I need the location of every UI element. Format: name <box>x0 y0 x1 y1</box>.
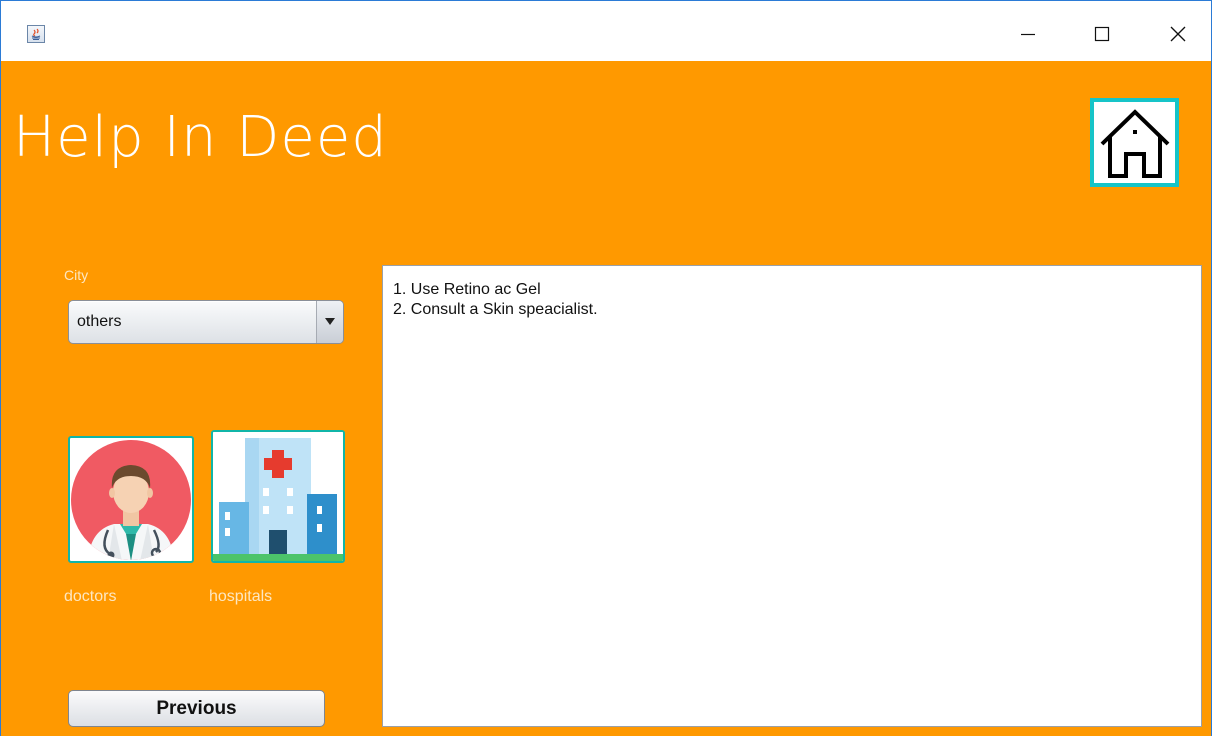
minimize-button[interactable] <box>1005 11 1051 57</box>
java-app-icon <box>27 25 45 43</box>
hospitals-button[interactable] <box>211 430 345 563</box>
hospitals-caption: hospitals <box>209 588 273 605</box>
home-button[interactable] <box>1090 98 1179 187</box>
city-selected-value: others <box>77 313 122 330</box>
previous-button[interactable]: Previous <box>68 690 325 727</box>
dropdown-arrow-button[interactable] <box>316 301 343 343</box>
title-bar[interactable] <box>1 1 1211 61</box>
city-label: City <box>64 267 89 283</box>
hospital-icon <box>213 432 343 561</box>
advice-text-area[interactable]: 1. Use Retino ac Gel 2. Consult a Skin s… <box>382 265 1202 727</box>
app-title: Help In Deed <box>13 105 388 170</box>
advice-line: 2. Consult a Skin speacialist. <box>393 301 598 318</box>
maximize-icon <box>1094 26 1110 42</box>
main-panel: Help In Deed City others doctors hospita… <box>1 61 1211 736</box>
doctors-caption: doctors <box>64 588 117 605</box>
home-icon <box>1100 108 1169 178</box>
doctor-icon <box>71 440 191 560</box>
close-button[interactable] <box>1155 11 1201 57</box>
advice-line: 1. Use Retino ac Gel <box>393 281 541 298</box>
minimize-icon <box>1021 33 1035 36</box>
chevron-down-icon <box>325 318 335 325</box>
doctors-button[interactable] <box>68 436 194 563</box>
close-icon <box>1170 26 1186 42</box>
app-window: Help In Deed City others doctors hospita… <box>0 0 1212 736</box>
maximize-button[interactable] <box>1079 11 1125 57</box>
city-dropdown[interactable]: others <box>68 300 344 344</box>
